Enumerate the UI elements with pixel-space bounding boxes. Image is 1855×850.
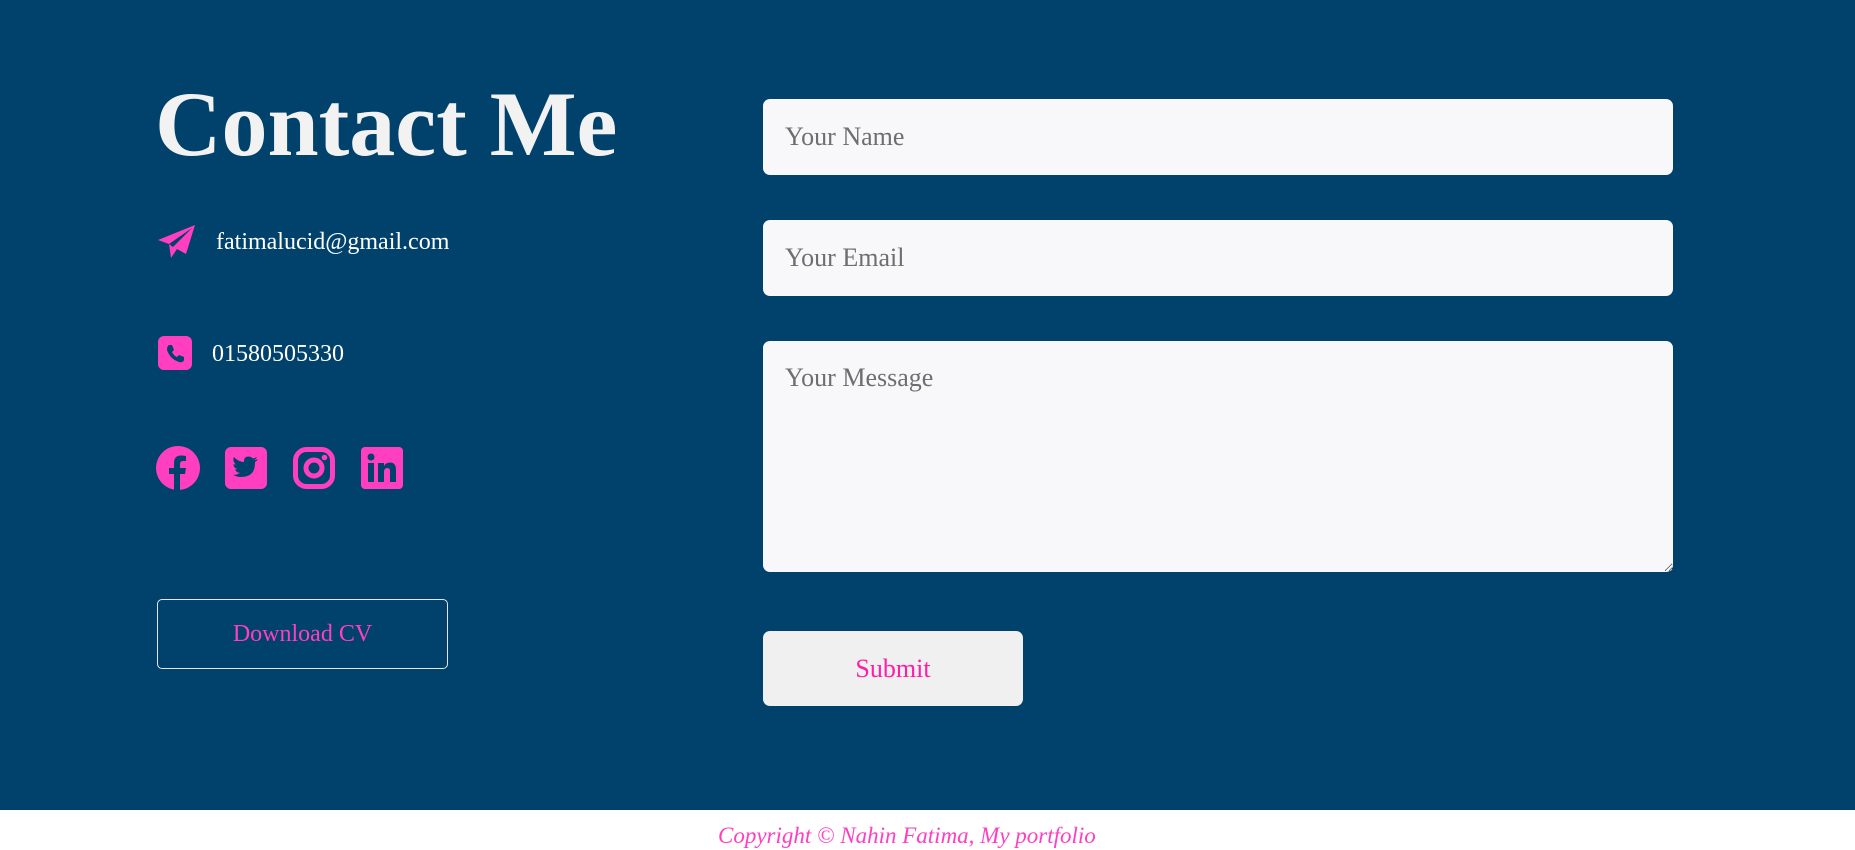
- email-input[interactable]: [763, 220, 1673, 296]
- facebook-icon[interactable]: [156, 446, 200, 490]
- email-row: fatimalucid@gmail.com: [156, 222, 449, 262]
- copyright-text: Copyright © Nahin Fatima, My portfolio: [718, 823, 1096, 848]
- page-title: Contact Me: [155, 73, 618, 175]
- name-input[interactable]: [763, 99, 1673, 175]
- phone-number: 01580505330: [212, 340, 344, 367]
- linkedin-icon[interactable]: [360, 446, 404, 490]
- submit-button[interactable]: Submit: [763, 631, 1023, 706]
- contact-section: Contact Me fatimalucid@gmail.com 0158050…: [0, 0, 1855, 810]
- instagram-icon[interactable]: [292, 446, 336, 490]
- social-links: [156, 446, 404, 490]
- paper-plane-icon: [156, 222, 196, 262]
- phone-icon: [156, 334, 196, 374]
- twitter-icon[interactable]: [224, 446, 268, 490]
- phone-row: 01580505330: [156, 334, 344, 374]
- message-textarea[interactable]: [763, 341, 1673, 572]
- download-cv-button[interactable]: Download CV: [157, 599, 448, 669]
- email-link[interactable]: fatimalucid@gmail.com: [216, 229, 449, 256]
